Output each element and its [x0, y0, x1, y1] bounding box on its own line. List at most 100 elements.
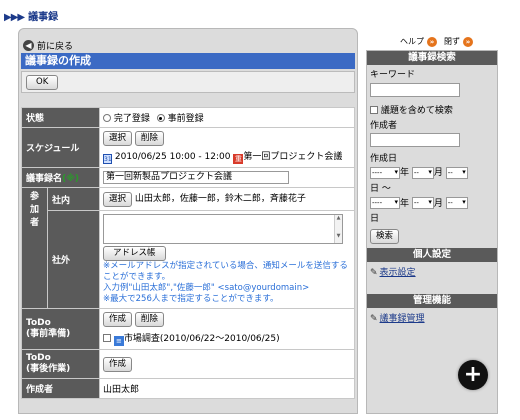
admin-header: 管理機能: [367, 294, 497, 308]
participants-label-text: 参加者: [29, 192, 39, 228]
external-note-2: 入力例"山田太郎","佐藤一郎" <sato@yourdomain>: [103, 283, 310, 293]
date-label: 作成日: [370, 154, 398, 164]
external-label: 社外: [47, 210, 100, 309]
internal-select-button[interactable]: 選択: [103, 192, 133, 207]
todo-after-value: 作成: [99, 349, 355, 379]
help-label[interactable]: ヘルプ: [400, 36, 424, 47]
date-to-row: ----年 --月 --: [367, 196, 497, 209]
date-to-year-select[interactable]: ----: [370, 197, 400, 209]
author-label: 作成者: [21, 378, 100, 399]
breadcrumb-label[interactable]: 議事録: [28, 12, 58, 23]
author-row: 作成者 山田太郎: [21, 378, 355, 399]
main-panel: ◀ 前に戻る 議事録の作成 OK 状態 完了登録 事前登録 スケジュール 選択: [18, 28, 358, 414]
address-book-button[interactable]: アドレス帳: [103, 246, 166, 261]
external-note-1: ※メールアドレスが指定されている場合、通知メールを送信することができます。: [103, 261, 348, 282]
schedule-select-button[interactable]: 選択: [103, 131, 133, 146]
sidebar: 議事録検索 キーワード 議題を含めて検索 作成者 作成日 ----年 --月 -…: [366, 50, 498, 414]
ok-button[interactable]: OK: [26, 75, 59, 90]
date-from-day-select[interactable]: --: [445, 166, 468, 179]
minutes-name-value: 第一回新製品プロジェクト会議: [99, 167, 355, 188]
important-tag-icon: 重: [233, 154, 244, 164]
schedule-delete-button[interactable]: 削除: [134, 131, 164, 146]
todo-after-label: ToDo (事後作業): [21, 349, 100, 379]
back-arrow-icon: ◀: [23, 40, 34, 51]
pencil-icon: ✎: [370, 268, 378, 278]
todo-before-delete-button[interactable]: 削除: [134, 312, 164, 327]
author-filter-input[interactable]: [370, 133, 460, 147]
date-to-day-select[interactable]: --: [445, 197, 468, 209]
participants-label: 参加者: [21, 187, 48, 309]
display-settings-link[interactable]: 表示設定: [380, 268, 416, 278]
date-to-month-unit: 月: [433, 198, 443, 209]
radio-pre-register-label: 事前登録: [167, 114, 204, 124]
help-icon[interactable]: »: [427, 36, 437, 47]
search-button[interactable]: 検索: [370, 229, 400, 244]
breadcrumb: ▶▶▶ 議事録: [4, 8, 58, 23]
external-textarea[interactable]: ▲ ▼: [103, 214, 343, 244]
display-settings-row: ✎ 表示設定: [367, 265, 497, 278]
close-sidebar-icon[interactable]: »: [463, 36, 473, 47]
date-from-row: ----年 --月 --: [367, 165, 497, 179]
todo-after-label-1: ToDo: [26, 353, 51, 363]
page-title: 議事録の作成: [21, 53, 355, 69]
date-to-year-unit: 年: [400, 198, 410, 209]
date-to-day-unit: 日: [370, 214, 380, 224]
todo-before-label-2: (事前準備): [26, 329, 71, 339]
pencil-icon: ✎: [370, 314, 378, 324]
schedule-label: スケジュール: [21, 127, 100, 168]
participants-external-row: 社外 ▲ ▼ アドレス帳 ※メールアドレスが指定されている場合、通知メールを送信す…: [22, 210, 355, 309]
date-from-month-select[interactable]: --: [411, 166, 434, 179]
page: ▶▶▶ 議事録 ◀ 前に戻る 議事録の作成 OK 状態 完了登録 事前登録 スケジ…: [0, 0, 520, 420]
minutes-name-row: 議事録名(※) 第一回新製品プロジェクト会議: [21, 167, 355, 188]
ok-bar: OK: [21, 71, 355, 93]
schedule-datetime: 2010/06/25 10:00 - 12:00: [114, 152, 231, 162]
minutes-name-input[interactable]: 第一回新製品プロジェクト会議: [103, 171, 289, 184]
task-icon: ≡: [113, 336, 124, 346]
zoom-in-icon[interactable]: +: [458, 360, 488, 390]
date-from-year-select[interactable]: ----: [370, 166, 400, 179]
todo-after-create-button[interactable]: 作成: [103, 356, 133, 372]
external-note-3: ※最大で256人まで指定することができます。: [103, 294, 279, 304]
todo-before-row: ToDo (事前準備) 作成 削除 ≡ 市場調査(2010/06/22〜2010/…: [21, 308, 355, 350]
minutes-form: 状態 完了登録 事前登録 スケジュール 選択 削除 31 2010/06/25 …: [21, 107, 355, 399]
date-from-day-unit: 日 〜: [370, 183, 391, 194]
status-row: 状態 完了登録 事前登録: [21, 107, 355, 128]
internal-value: 選択 山田太郎，佐藤一郎，鈴木二郎，斉藤花子: [99, 187, 355, 211]
internal-label: 社内: [47, 187, 100, 211]
author-value: 山田太郎: [99, 378, 355, 399]
back-link[interactable]: ◀ 前に戻る: [23, 39, 73, 52]
date-from-year-unit: 年: [400, 168, 410, 178]
radio-complete[interactable]: [103, 114, 111, 122]
breadcrumb-arrows: ▶▶▶: [4, 12, 25, 23]
help-close-bar: ヘルプ » 閉ず »: [400, 36, 473, 47]
todo-before-create-button[interactable]: 作成: [103, 312, 133, 327]
include-topics-row: 議題を含めて検索: [367, 103, 497, 116]
external-value: ▲ ▼ アドレス帳 ※メールアドレスが指定されている場合、通知メールを送信すること…: [99, 210, 355, 309]
admin-link[interactable]: 議事録管理: [380, 314, 425, 324]
todo-task-checkbox[interactable]: [103, 334, 111, 342]
include-topics-label: 議題を含めて検索: [380, 106, 453, 116]
todo-after-label-2: (事後作業): [26, 364, 71, 374]
close-label[interactable]: 閉ず: [444, 36, 460, 47]
schedule-event-name[interactable]: 第一回プロジェクト会議: [243, 152, 342, 162]
keyword-input[interactable]: [370, 83, 460, 97]
date-from-month-unit: 月: [433, 168, 443, 178]
radio-pre-register[interactable]: [156, 114, 165, 122]
keyword-label: キーワード: [370, 70, 416, 80]
radio-complete-label: 完了登録: [113, 114, 150, 124]
admin-row: ✎ 議事録管理: [367, 311, 497, 324]
date-to-month-select[interactable]: --: [411, 197, 434, 209]
minutes-name-label-text: 議事録名: [26, 174, 63, 184]
back-label: 前に戻る: [37, 42, 74, 52]
required-mark: (※): [62, 174, 79, 184]
search-header: 議事録検索: [367, 51, 497, 65]
internal-names: 山田太郎，佐藤一郎，鈴木二郎，斉藤花子: [134, 194, 306, 204]
todo-task-text: 市場調査(2010/06/22〜2010/06/25): [123, 334, 280, 344]
schedule-value: 選択 削除 31 2010/06/25 10:00 - 12:00 重第一回プロ…: [99, 127, 355, 168]
textarea-scrollbar[interactable]: ▲ ▼: [334, 215, 342, 243]
calendar-icon: 31: [103, 154, 112, 164]
status-label: 状態: [21, 107, 100, 128]
author-filter-label: 作成者: [370, 121, 398, 131]
participants-internal-row: 参加者 社内 選択 山田太郎，佐藤一郎，鈴木二郎，斉藤花子: [21, 187, 355, 309]
include-topics-checkbox[interactable]: [370, 106, 378, 114]
